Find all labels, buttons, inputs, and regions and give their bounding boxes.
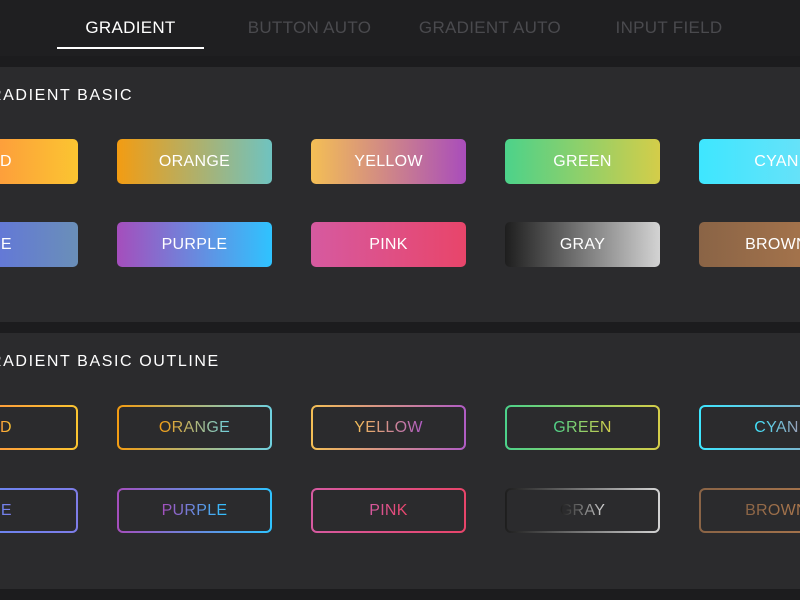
button-label: GREEN — [553, 418, 612, 436]
section-gradient-basic-outline: RADIENT BASIC OUTLINE ED ORANGE YELLOW G… — [0, 333, 800, 589]
tab-bar: GRADIENT BUTTON AUTO GRADIENT AUTO INPUT… — [0, 0, 800, 56]
brown-outline-button[interactable]: BROWN — [699, 488, 800, 533]
button-label: CYAN — [754, 418, 799, 436]
button-label: PURPLE — [161, 501, 228, 519]
red-gradient-button[interactable]: ED — [0, 139, 78, 184]
blue-gradient-button[interactable]: UE — [0, 222, 78, 267]
section-title: RADIENT BASIC OUTLINE — [0, 353, 220, 370]
active-tab-indicator — [57, 47, 204, 49]
button-label: ED — [0, 419, 12, 437]
yellow-outline-button[interactable]: YELLOW — [311, 405, 466, 450]
cyan-outline-button[interactable]: CYAN — [699, 405, 800, 450]
red-outline-button[interactable]: ED — [0, 405, 78, 450]
tab-button-auto[interactable]: BUTTON AUTO — [232, 17, 387, 39]
orange-gradient-button[interactable]: ORANGE — [117, 139, 272, 184]
pink-gradient-button[interactable]: PINK — [311, 222, 466, 267]
tab-input-field[interactable]: INPUT FIELD — [600, 17, 738, 39]
button-label: YELLOW — [354, 418, 423, 436]
section-gradient-basic: RADIENT BASIC ED ORANGE YELLOW GREEN CYA… — [0, 67, 800, 322]
green-outline-button[interactable]: GREEN — [505, 405, 660, 450]
yellow-gradient-button[interactable]: YELLOW — [311, 139, 466, 184]
button-label: ORANGE — [158, 418, 231, 436]
button-label: UE — [0, 502, 12, 520]
tab-gradient-auto[interactable]: GRADIENT AUTO — [405, 17, 575, 39]
button-label: GRAY — [559, 501, 606, 519]
purple-outline-button[interactable]: PURPLE — [117, 488, 272, 533]
brown-gradient-button[interactable]: BROWN — [699, 222, 800, 267]
gray-outline-button[interactable]: GRAY — [505, 488, 660, 533]
tab-gradient[interactable]: GRADIENT — [57, 17, 204, 39]
green-gradient-button[interactable]: GREEN — [505, 139, 660, 184]
section-title: RADIENT BASIC — [0, 87, 134, 104]
button-label: PINK — [369, 501, 408, 519]
orange-outline-button[interactable]: ORANGE — [117, 405, 272, 450]
gray-gradient-button[interactable]: GRAY — [505, 222, 660, 267]
cyan-gradient-button[interactable]: CYAN — [699, 139, 800, 184]
purple-gradient-button[interactable]: PURPLE — [117, 222, 272, 267]
blue-outline-button[interactable]: UE — [0, 488, 78, 533]
button-label: BROWN — [745, 502, 800, 520]
pink-outline-button[interactable]: PINK — [311, 488, 466, 533]
